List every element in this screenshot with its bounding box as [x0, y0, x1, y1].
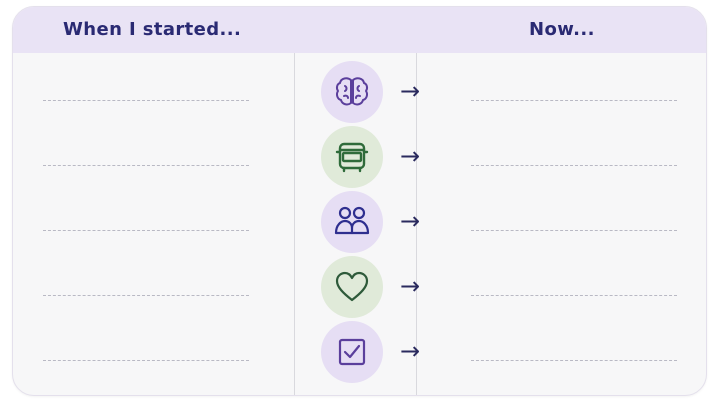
reflection-row-heart: → — [13, 255, 706, 319]
now-writing-line[interactable] — [471, 165, 677, 166]
now-heading: Now... — [529, 19, 595, 40]
brain-icon-badge — [321, 61, 383, 123]
now-writing-line[interactable] — [471, 295, 677, 296]
reflection-row-checkbox: → — [13, 320, 706, 384]
reflection-row-brain: → — [13, 60, 706, 124]
now-writing-line[interactable] — [471, 360, 677, 361]
reflection-card: When I started... Now... → → → → → — [12, 6, 707, 396]
arrow-icon: → — [400, 207, 421, 235]
bus-icon-badge — [321, 126, 383, 188]
now-writing-line[interactable] — [471, 230, 677, 231]
before-writing-line[interactable] — [43, 295, 249, 296]
now-writing-line[interactable] — [471, 100, 677, 101]
arrow-icon: → — [400, 337, 421, 365]
arrow-icon: → — [400, 142, 421, 170]
arrow-icon: → — [400, 272, 421, 300]
card-header: When I started... Now... — [13, 7, 706, 53]
brain-icon — [335, 77, 369, 106]
reflection-row-people: → — [13, 190, 706, 254]
checkbox-icon — [338, 338, 366, 366]
heart-icon — [335, 271, 369, 302]
when-i-started-heading: When I started... — [63, 19, 242, 40]
before-writing-line[interactable] — [43, 165, 249, 166]
heart-icon-badge — [321, 256, 383, 318]
people-icon-badge — [321, 191, 383, 253]
checkbox-icon-badge — [321, 321, 383, 383]
reflection-row-bus: → — [13, 125, 706, 189]
before-writing-line[interactable] — [43, 100, 249, 101]
bus-icon — [335, 142, 369, 173]
before-writing-line[interactable] — [43, 360, 249, 361]
people-icon — [334, 206, 370, 235]
before-writing-line[interactable] — [43, 230, 249, 231]
arrow-icon: → — [400, 77, 421, 105]
